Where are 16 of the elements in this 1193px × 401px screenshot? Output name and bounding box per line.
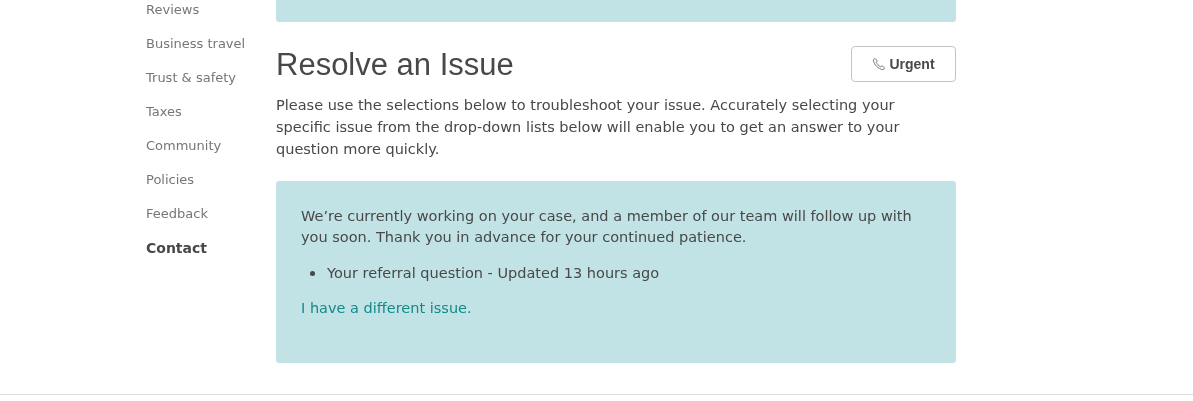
sidebar-item[interactable]: Policies: [146, 171, 195, 189]
bullet-icon: [310, 271, 315, 276]
case-item: Your referral question - Updated 13 hours ago: [327, 264, 660, 283]
page-title: Resolve an Issue: [276, 46, 514, 84]
status-message: We’re currently working on your case, and a member of our team will follow up with you soon. Thank you in advance for your continued patience.: [301, 207, 913, 247]
sidebar-item[interactable]: Community: [146, 137, 222, 155]
phone-icon: [872, 57, 887, 71]
different-issue-link[interactable]: I have a different issue.: [301, 298, 472, 319]
sidebar-item[interactable]: Trust & safety: [146, 69, 236, 87]
sidebar-item[interactable]: Taxes: [146, 103, 182, 121]
sidebar-item[interactable]: Business travel: [146, 35, 246, 53]
sidebar-item[interactable]: Contact: [146, 239, 207, 257]
intro-text: Please use the selections below to troubleshoot your issue. Accurately selecting your specific issue from the drop-down lists below will enable you to get an answer to your question more quickly.: [276, 96, 901, 159]
sidebar-item[interactable]: Reviews: [146, 1, 200, 19]
urgent-button[interactable]: Urgent: [851, 46, 956, 82]
sidebar-item[interactable]: Feedback: [146, 205, 208, 223]
